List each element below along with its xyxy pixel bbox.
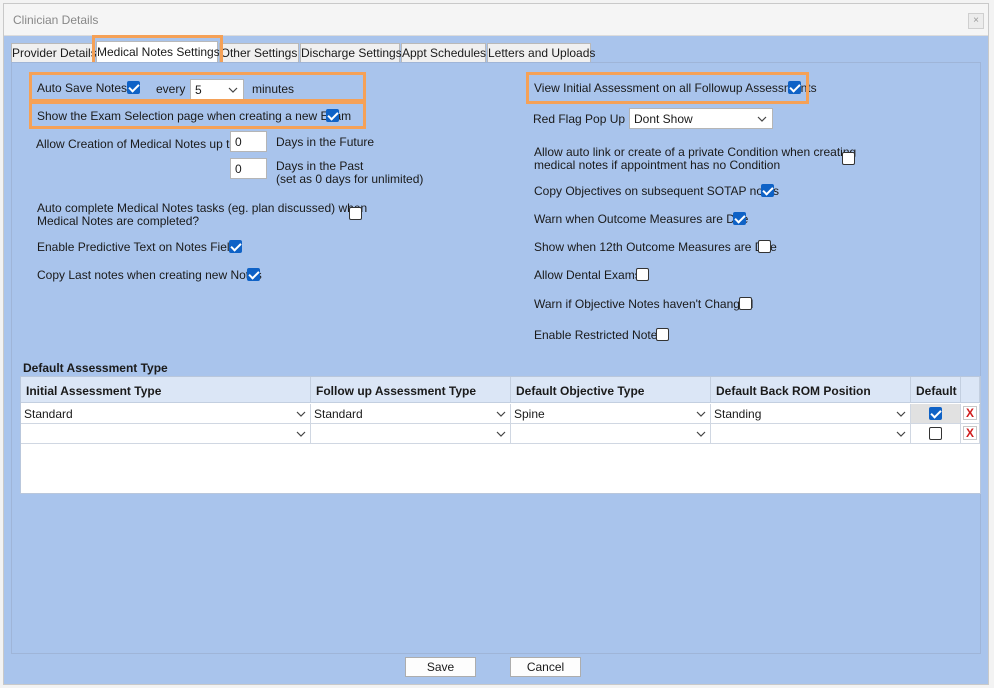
row2-rom-select[interactable] <box>711 424 911 444</box>
dental-exams-checkbox[interactable] <box>636 268 649 281</box>
close-button[interactable]: × <box>968 13 984 29</box>
row1-rom-value: Standing <box>714 407 762 421</box>
row2-delete-button[interactable]: X <box>963 426 977 440</box>
header-default: Default <box>911 377 961 403</box>
copy-objectives-checkbox[interactable] <box>761 184 774 197</box>
assessment-grid: Initial Assessment Type Follow up Assess… <box>20 376 981 494</box>
dental-exams-label: Allow Dental Exams <box>534 268 641 282</box>
chevron-down-icon <box>496 411 506 417</box>
restricted-notes-checkbox[interactable] <box>656 328 669 341</box>
row2-default-checkbox[interactable] <box>929 427 942 440</box>
tab-letters-and-uploads[interactable]: Letters and Uploads <box>487 43 595 63</box>
copy-objectives-label: Copy Objectives on subsequent SOTAP note… <box>534 184 780 198</box>
default-assessment-title: Default Assessment Type <box>23 361 168 375</box>
header-objective-type: Default Objective Type <box>511 377 711 403</box>
show-12th-outcome-checkbox[interactable] <box>758 240 771 253</box>
header-initial-assessment: Initial Assessment Type <box>21 377 311 403</box>
chevron-down-icon <box>296 431 306 437</box>
header-delete <box>961 377 980 403</box>
chevron-down-icon <box>757 116 767 122</box>
row1-delete-button[interactable]: X <box>963 406 977 420</box>
row2-default-cell <box>911 424 961 444</box>
tab-appt-schedules[interactable]: Appt Schedules <box>401 43 486 63</box>
show-exam-selection-checkbox[interactable] <box>326 109 339 122</box>
auto-link-checkbox[interactable] <box>842 152 855 165</box>
restricted-notes-label: Enable Restricted Notes <box>534 328 664 342</box>
row2-delete-cell: X <box>961 424 980 444</box>
row1-initial-value: Standard <box>24 407 73 421</box>
row1-followup-value: Standard <box>314 407 363 421</box>
auto-save-label: Auto Save Notes <box>37 81 128 95</box>
auto-save-checkbox[interactable] <box>127 81 140 94</box>
tab-provider-details[interactable]: Provider Details <box>11 43 97 63</box>
view-initial-assessment-checkbox[interactable] <box>788 81 801 94</box>
row1-followup-select[interactable]: Standard <box>311 404 511 424</box>
tab-medical-notes-settings[interactable]: Medical Notes Settings <box>96 41 220 63</box>
red-flag-select[interactable]: Dont Show <box>629 108 773 129</box>
chevron-down-icon <box>896 431 906 437</box>
auto-save-interval-select[interactable]: 5 <box>190 79 244 100</box>
row1-objective-value: Spine <box>514 407 545 421</box>
row2-followup-select[interactable] <box>311 424 511 444</box>
header-followup-assessment: Follow up Assessment Type <box>311 377 511 403</box>
minutes-label: minutes <box>252 82 295 96</box>
copy-last-notes-checkbox[interactable] <box>247 268 260 281</box>
days-past-hint: (set as 0 days for unlimited) <box>276 172 424 186</box>
chevron-down-icon <box>696 411 706 417</box>
row1-objective-select[interactable]: Spine <box>511 404 711 424</box>
warn-objective-label: Warn if Objective Notes haven't Changed <box>534 297 754 311</box>
predictive-text-label: Enable Predictive Text on Notes Fields <box>37 240 243 254</box>
view-initial-assessment-label: View Initial Assessment on all Followup … <box>534 81 817 95</box>
auto-link-label-line2: medical notes if appointment has no Cond… <box>534 158 781 172</box>
row1-default-cell <box>911 404 961 424</box>
row1-initial-select[interactable]: Standard <box>21 404 311 424</box>
allow-creation-label: Allow Creation of Medical Notes up to <box>36 137 237 151</box>
red-flag-value: Dont Show <box>634 112 693 126</box>
auto-complete-checkbox[interactable] <box>349 207 362 220</box>
cancel-button[interactable]: Cancel <box>510 657 581 677</box>
medical-notes-settings-panel: Auto Save Notes every 5 minutes Show the… <box>11 62 981 654</box>
row1-delete-cell: X <box>961 404 980 424</box>
save-button[interactable]: Save <box>405 657 476 677</box>
copy-last-notes-label: Copy Last notes when creating new Notes <box>37 268 262 282</box>
tab-discharge-settings[interactable]: Discharge Settings <box>300 43 402 63</box>
row1-rom-select[interactable]: Standing <box>711 404 911 424</box>
title-bar: Clinician Details × <box>4 4 988 36</box>
clinician-details-window: Clinician Details × Provider Details Med… <box>3 3 989 685</box>
warn-objective-checkbox[interactable] <box>739 297 752 310</box>
days-past-input[interactable]: 0 <box>230 158 267 179</box>
show-exam-selection-label: Show the Exam Selection page when creati… <box>37 109 352 123</box>
predictive-text-checkbox[interactable] <box>229 240 242 253</box>
show-12th-outcome-label: Show when 12th Outcome Measures are Due <box>534 240 777 254</box>
red-flag-label: Red Flag Pop Up <box>533 112 626 126</box>
chevron-down-icon <box>696 431 706 437</box>
window-title: Clinician Details <box>13 13 99 27</box>
chevron-down-icon <box>296 411 306 417</box>
row2-initial-select[interactable] <box>21 424 311 444</box>
every-label: every <box>156 82 186 96</box>
auto-complete-label-line2: Medical Notes are completed? <box>37 214 200 228</box>
chevron-down-icon <box>896 411 906 417</box>
warn-outcome-checkbox[interactable] <box>733 212 746 225</box>
tab-strip: Provider Details Medical Notes Settings … <box>11 35 981 65</box>
header-back-rom: Default Back ROM Position <box>711 377 911 403</box>
tab-other-settings[interactable]: Other Settings <box>219 43 299 63</box>
chevron-down-icon <box>496 431 506 437</box>
warn-outcome-label: Warn when Outcome Measures are Due <box>534 212 749 226</box>
days-future-label: Days in the Future <box>276 135 375 149</box>
row2-objective-select[interactable] <box>511 424 711 444</box>
auto-save-interval-value: 5 <box>195 83 202 97</box>
chevron-down-icon <box>228 87 238 93</box>
row1-default-checkbox[interactable] <box>929 407 942 420</box>
days-future-input[interactable]: 0 <box>230 131 267 152</box>
